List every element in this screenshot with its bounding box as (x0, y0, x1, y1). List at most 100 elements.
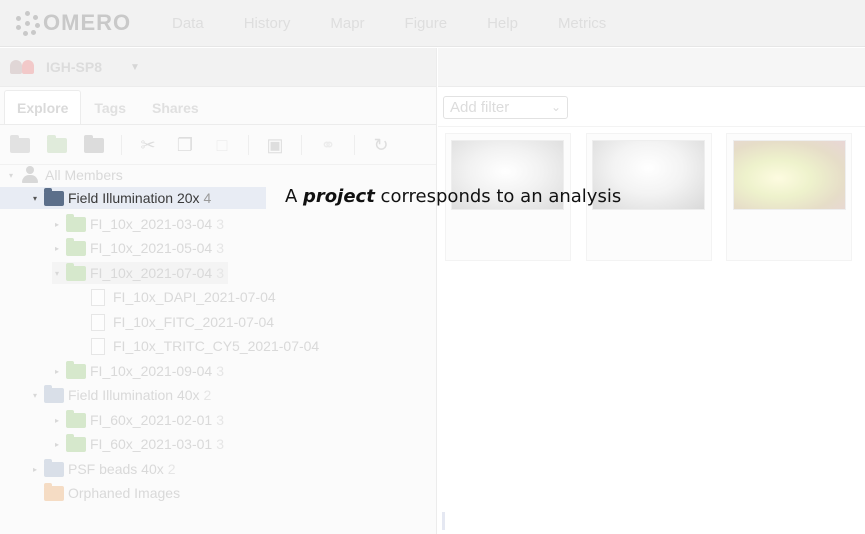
expand-toggle-icon[interactable]: ▸ (52, 416, 62, 425)
filter-placeholder: Add filter (450, 99, 510, 116)
refresh-icon[interactable]: ↻ (370, 135, 392, 155)
logo-text: OMERO (43, 10, 132, 35)
tree-project[interactable]: ▸ PSF beads 40x 2 (30, 458, 176, 480)
group-name: IGH-SP8 (46, 59, 103, 75)
group-selector[interactable]: IGH-SP8 ▼ (0, 48, 436, 87)
toolbar-divider (248, 134, 249, 155)
toolbar-divider (354, 134, 355, 155)
tree-node-label: FI_10x_FITC_2021-07-04 (113, 314, 275, 330)
toolbar-divider (301, 134, 302, 155)
project-folder-icon (44, 458, 64, 477)
expand-toggle-icon[interactable]: ▸ (30, 465, 40, 474)
tree-dataset[interactable]: ▸ FI_10x_2021-05-04 3 (52, 237, 224, 259)
nav-figure[interactable]: Figure (405, 15, 448, 32)
child-count: 2 (167, 461, 176, 477)
copy-icon[interactable]: ❐ (174, 135, 196, 155)
chevron-down-icon: ⌄ (550, 100, 561, 114)
tree-node-label: FI_60x_2021-03-01 (90, 436, 213, 452)
child-count: 3 (216, 265, 224, 281)
caption-suffix: corresponds to an analysis (374, 186, 622, 207)
tree-node-label: FI_10x_TRITC_CY5_2021-07-04 (113, 338, 320, 354)
tree-toolbar: ✂ ❐ □ ▣ ⚭ ↻ (0, 125, 436, 165)
image-file-icon (91, 313, 105, 331)
tree-root-all-members[interactable]: ▾ All Members (6, 164, 123, 186)
tree-dataset[interactable]: ▸ FI_10x_2021-09-04 3 (52, 360, 224, 382)
nav-mapr[interactable]: Mapr (330, 15, 364, 32)
tree-node-label: FI_10x_2021-09-04 (90, 363, 213, 379)
add-filter-select[interactable]: Add filter ⌄ (443, 96, 568, 119)
nav-metrics[interactable]: Metrics (558, 15, 606, 32)
tree-node-label: Orphaned Images (68, 485, 181, 501)
expand-toggle-icon[interactable]: ▸ (52, 367, 62, 376)
tree-node-label: FI_10x_DAPI_2021-07-04 (113, 289, 276, 305)
expand-toggle-icon[interactable]: ▸ (52, 244, 62, 253)
dataset-folder-icon (66, 237, 86, 256)
dataset-folder-icon (66, 409, 86, 428)
image-file-icon (91, 337, 105, 355)
annotation-caption: A project corresponds to an analysis (285, 186, 621, 207)
dataset-folder-icon (66, 262, 86, 281)
scrollbar[interactable] (442, 512, 445, 530)
expand-toggle-icon[interactable]: ▸ (52, 220, 62, 229)
new-screen-icon[interactable] (84, 134, 106, 155)
project-folder-icon (44, 187, 64, 206)
tab-shares[interactable]: Shares (139, 90, 212, 124)
tree-project[interactable]: ▾ Field Illumination 40x 2 (30, 384, 211, 406)
link-icon[interactable]: ⚭ (317, 135, 339, 155)
tab-bar: Explore Tags Shares (0, 87, 436, 125)
tree-node-label: FI_10x_2021-05-04 (90, 240, 213, 256)
nav-help[interactable]: Help (487, 15, 518, 32)
tab-explore[interactable]: Explore (4, 90, 82, 124)
tree-node-label: FI_60x_2021-02-01 (90, 412, 213, 428)
tree-node-label: Field Illumination 20x (68, 190, 200, 206)
chevron-down-icon: ▼ (130, 61, 140, 73)
child-count: 3 (216, 412, 224, 428)
toolbar-divider (121, 134, 122, 155)
child-count: 3 (216, 363, 224, 379)
tree-image[interactable]: FI_10x_TRITC_CY5_2021-07-04 (91, 335, 319, 357)
tree-node-label: PSF beads 40x (68, 461, 164, 477)
caption-emphasis: project (303, 186, 375, 207)
new-project-icon[interactable] (10, 134, 32, 155)
caption-prefix: A (285, 186, 304, 207)
tree-dataset-expanded[interactable]: ▾ FI_10x_2021-07-04 3 (52, 262, 228, 284)
child-count: 3 (216, 216, 224, 232)
tree-node-label: All Members (45, 167, 123, 183)
omero-logo[interactable]: OMERO (15, 9, 131, 37)
nav-history[interactable]: History (244, 15, 291, 32)
tree-dataset[interactable]: ▸ FI_10x_2021-03-04 3 (52, 213, 224, 235)
child-count: 3 (216, 240, 224, 256)
expand-toggle-icon[interactable]: ▸ (52, 440, 62, 449)
left-panel: IGH-SP8 ▼ Explore Tags Shares ✂ ❐ □ ▣ ⚭ … (0, 48, 437, 534)
image-file-icon (91, 288, 105, 306)
collapse-toggle-icon[interactable]: ▾ (30, 194, 40, 203)
dataset-folder-icon (66, 213, 86, 232)
child-count: 3 (216, 436, 224, 452)
person-icon (20, 165, 40, 185)
paste-icon[interactable]: □ (211, 135, 233, 155)
tree-dataset[interactable]: ▸ FI_60x_2021-03-01 3 (52, 433, 224, 455)
nav-data[interactable]: Data (172, 15, 204, 32)
tree-dataset[interactable]: ▸ FI_60x_2021-02-01 3 (52, 409, 224, 431)
collapse-toggle-icon[interactable]: ▾ (30, 391, 40, 400)
orphaned-folder-icon (44, 482, 64, 501)
collapse-toggle-icon[interactable]: ▾ (52, 269, 62, 278)
dataset-folder-icon (66, 433, 86, 452)
child-count: 4 (203, 190, 212, 206)
child-count: 2 (203, 387, 212, 403)
new-dataset-icon[interactable] (47, 134, 69, 155)
project-folder-icon (44, 384, 64, 403)
group-users-icon (10, 58, 38, 76)
thumbnail-image[interactable] (733, 140, 846, 210)
tree-image[interactable]: FI_10x_DAPI_2021-07-04 (91, 286, 276, 308)
cut-icon[interactable]: ✂ (137, 135, 159, 155)
tree-image[interactable]: FI_10x_FITC_2021-07-04 (91, 311, 274, 333)
tab-tags[interactable]: Tags (81, 90, 139, 124)
delete-icon[interactable]: ▣ (264, 135, 286, 155)
top-navbar: OMERO Data History Mapr Figure Help Metr… (0, 0, 865, 47)
tree-project-field-illumination-20x[interactable]: ▾ Field Illumination 20x 4 (0, 187, 266, 209)
collapse-toggle-icon[interactable]: ▾ (6, 171, 16, 180)
main-nav: Data History Mapr Figure Help Metrics (172, 15, 646, 32)
dataset-folder-icon (66, 360, 86, 379)
tree-orphaned-images[interactable]: Orphaned Images (44, 482, 180, 504)
